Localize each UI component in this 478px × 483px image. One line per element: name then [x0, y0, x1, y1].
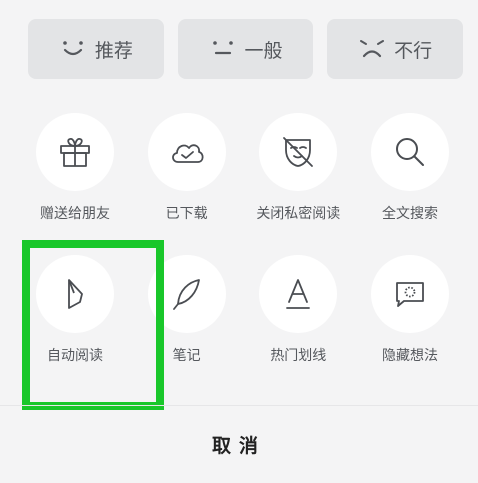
notes-label: 笔记 — [172, 348, 201, 364]
hide-thoughts-button[interactable]: 隐藏想法 — [357, 248, 463, 390]
full-text-search-label: 全文搜索 — [381, 206, 438, 222]
rating-average-label: 一般 — [244, 39, 283, 62]
auto-read-button[interactable]: 自动阅读 — [22, 248, 128, 390]
gift-to-friend-button[interactable]: 赠送给朋友 — [22, 106, 128, 248]
neutral-face-icon — [212, 41, 233, 55]
auto-read-icon — [68, 279, 83, 309]
action-row-1: 赠送给朋友 已下载 关闭私密阅读 全文搜索 — [0, 106, 478, 248]
auto-read-label: 自动阅读 — [47, 348, 103, 364]
rating-average-button[interactable]: 一般 — [177, 19, 314, 79]
popular-highlights-label: 热门划线 — [270, 348, 327, 364]
downloaded-button[interactable]: 已下载 — [134, 106, 240, 248]
thought-icon-circle — [370, 255, 449, 333]
close-private-reading-button[interactable]: 关闭私密阅读 — [245, 106, 351, 248]
notes-button[interactable]: 笔记 — [134, 248, 240, 390]
search-icon-circle — [370, 113, 449, 191]
underline-a-icon — [286, 279, 311, 309]
full-text-search-button[interactable]: 全文搜索 — [357, 106, 463, 248]
downloaded-label: 已下载 — [165, 206, 208, 222]
rating-bad-label: 不行 — [394, 39, 433, 62]
frown-face-icon — [360, 40, 385, 58]
thought-bubble-icon — [396, 282, 424, 307]
cloud-check-icon — [171, 144, 204, 163]
feather-icon — [172, 279, 200, 310]
smile-face-icon — [63, 41, 83, 56]
rating-recommend-button[interactable]: 推荐 — [28, 19, 164, 79]
hide-thoughts-label: 隐藏想法 — [381, 348, 438, 364]
popular-highlights-button[interactable]: 热门划线 — [245, 248, 351, 390]
gift-icon — [60, 137, 90, 167]
cancel-label: 取消 — [211, 435, 266, 457]
underline-icon-circle — [259, 255, 338, 333]
cloud-icon-circle — [147, 113, 226, 191]
cancel-button[interactable]: 取消 — [0, 406, 478, 483]
rating-row: 推荐 一般 不行 — [28, 19, 464, 79]
auto-read-icon-circle — [36, 255, 114, 333]
action-grid: 赠送给朋友 已下载 关闭私密阅读 全文搜索 自动阅读 笔记 热门划线 隐藏想法 — [0, 106, 478, 390]
gift-icon-circle — [36, 113, 114, 191]
rating-recommend-label: 推荐 — [94, 39, 133, 62]
search-icon — [395, 138, 424, 166]
gift-to-friend-label: 赠送给朋友 — [40, 206, 110, 222]
rating-bad-button[interactable]: 不行 — [327, 19, 464, 79]
close-private-reading-label: 关闭私密阅读 — [256, 206, 341, 222]
mask-icon-circle — [259, 113, 338, 191]
feather-icon-circle — [147, 255, 226, 333]
action-row-2: 自动阅读 笔记 热门划线 隐藏想法 — [0, 248, 478, 390]
mask-off-icon — [283, 137, 314, 167]
